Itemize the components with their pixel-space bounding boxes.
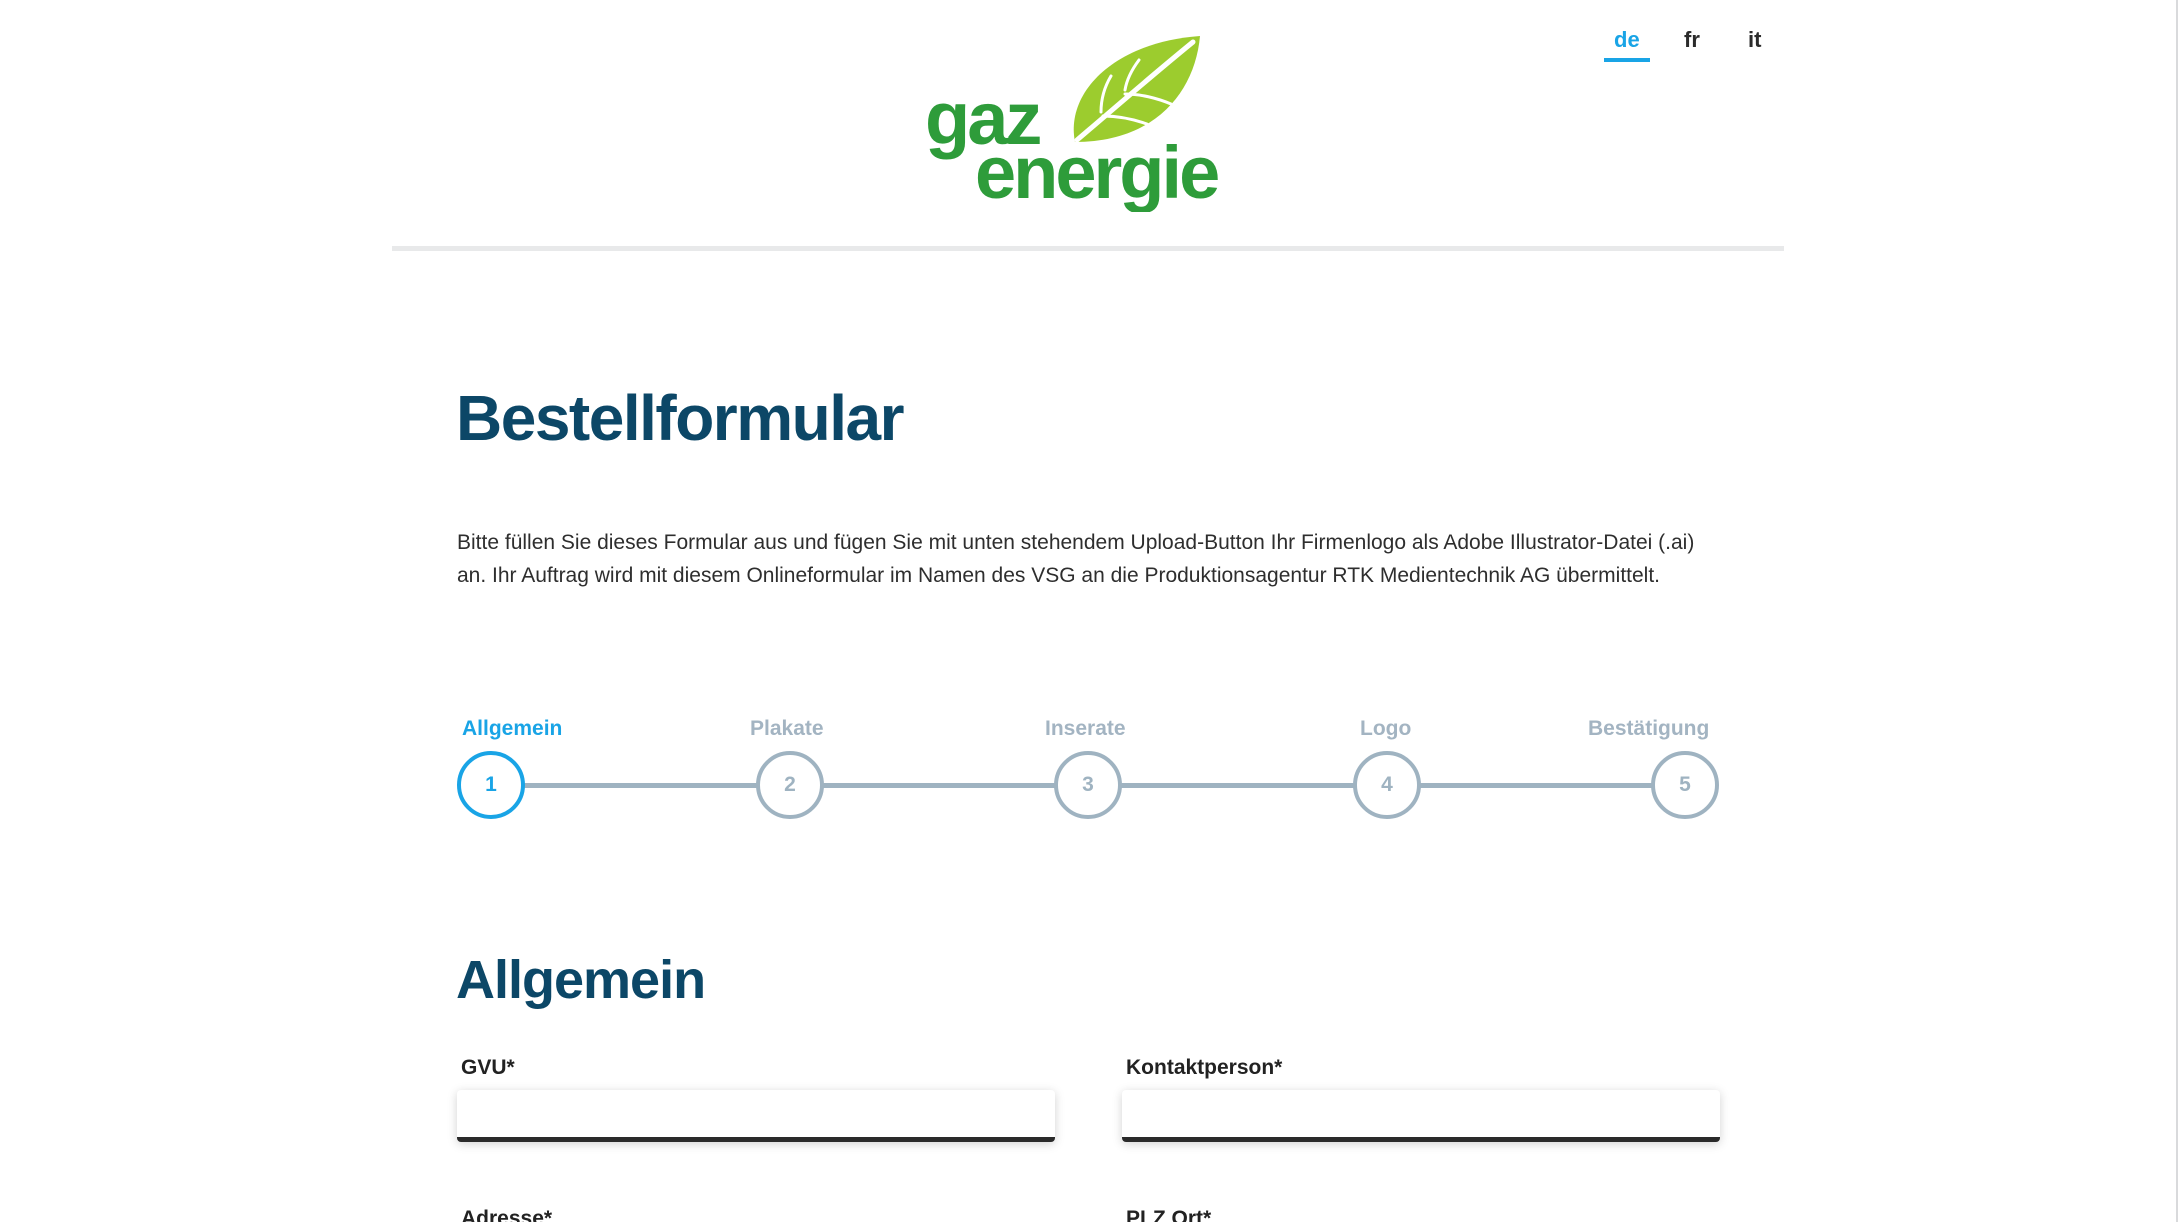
section-title: Allgemein <box>456 950 706 1010</box>
step-5-circle[interactable]: 5 <box>1651 751 1719 819</box>
active-language-indicator <box>1604 58 1650 62</box>
logo-graphic: gaz energie <box>925 36 1221 214</box>
lang-it-link[interactable]: it <box>1748 26 1761 54</box>
lang-de-link[interactable]: de <box>1614 26 1640 54</box>
lang-fr-link[interactable]: fr <box>1684 26 1700 54</box>
step-label-logo: Logo <box>1360 717 1412 740</box>
step-label-plakate: Plakate <box>750 717 824 740</box>
step-1-circle[interactable]: 1 <box>457 751 525 819</box>
gvu-label: GVU* <box>461 1056 515 1079</box>
intro-line-2: an. Ihr Auftrag wird mit diesem Onlinefo… <box>457 564 1660 587</box>
step-label-inserate: Inserate <box>1045 717 1126 740</box>
page-title: Bestellformular <box>456 382 904 454</box>
plz-ort-label: PLZ Ort* <box>1126 1207 1212 1222</box>
step-2-circle[interactable]: 2 <box>756 751 824 819</box>
step-4-circle[interactable]: 4 <box>1353 751 1421 819</box>
step-3-circle[interactable]: 3 <box>1054 751 1122 819</box>
language-switcher: de fr it <box>1600 26 1780 66</box>
step-label-bestaetigung: Bestätigung <box>1588 717 1710 740</box>
intro-line-1: Bitte füllen Sie dieses Formular aus und… <box>457 531 1695 554</box>
intro-paragraph: Bitte füllen Sie dieses Formular aus und… <box>457 526 1717 592</box>
adresse-label: Adresse* <box>461 1207 553 1222</box>
logo-word-energie: energie <box>975 131 1218 212</box>
step-label-allgemein: Allgemein <box>462 717 563 740</box>
leaf-icon <box>1073 36 1200 143</box>
kontaktperson-label: Kontaktperson* <box>1126 1056 1283 1079</box>
kontaktperson-input[interactable] <box>1122 1090 1720 1142</box>
gvu-input[interactable] <box>457 1090 1055 1142</box>
header-divider <box>392 246 1784 251</box>
page: gaz energie de fr it Bestellformular Bit… <box>0 0 2178 1222</box>
gaz-energie-logo[interactable]: gaz energie <box>925 32 1255 214</box>
